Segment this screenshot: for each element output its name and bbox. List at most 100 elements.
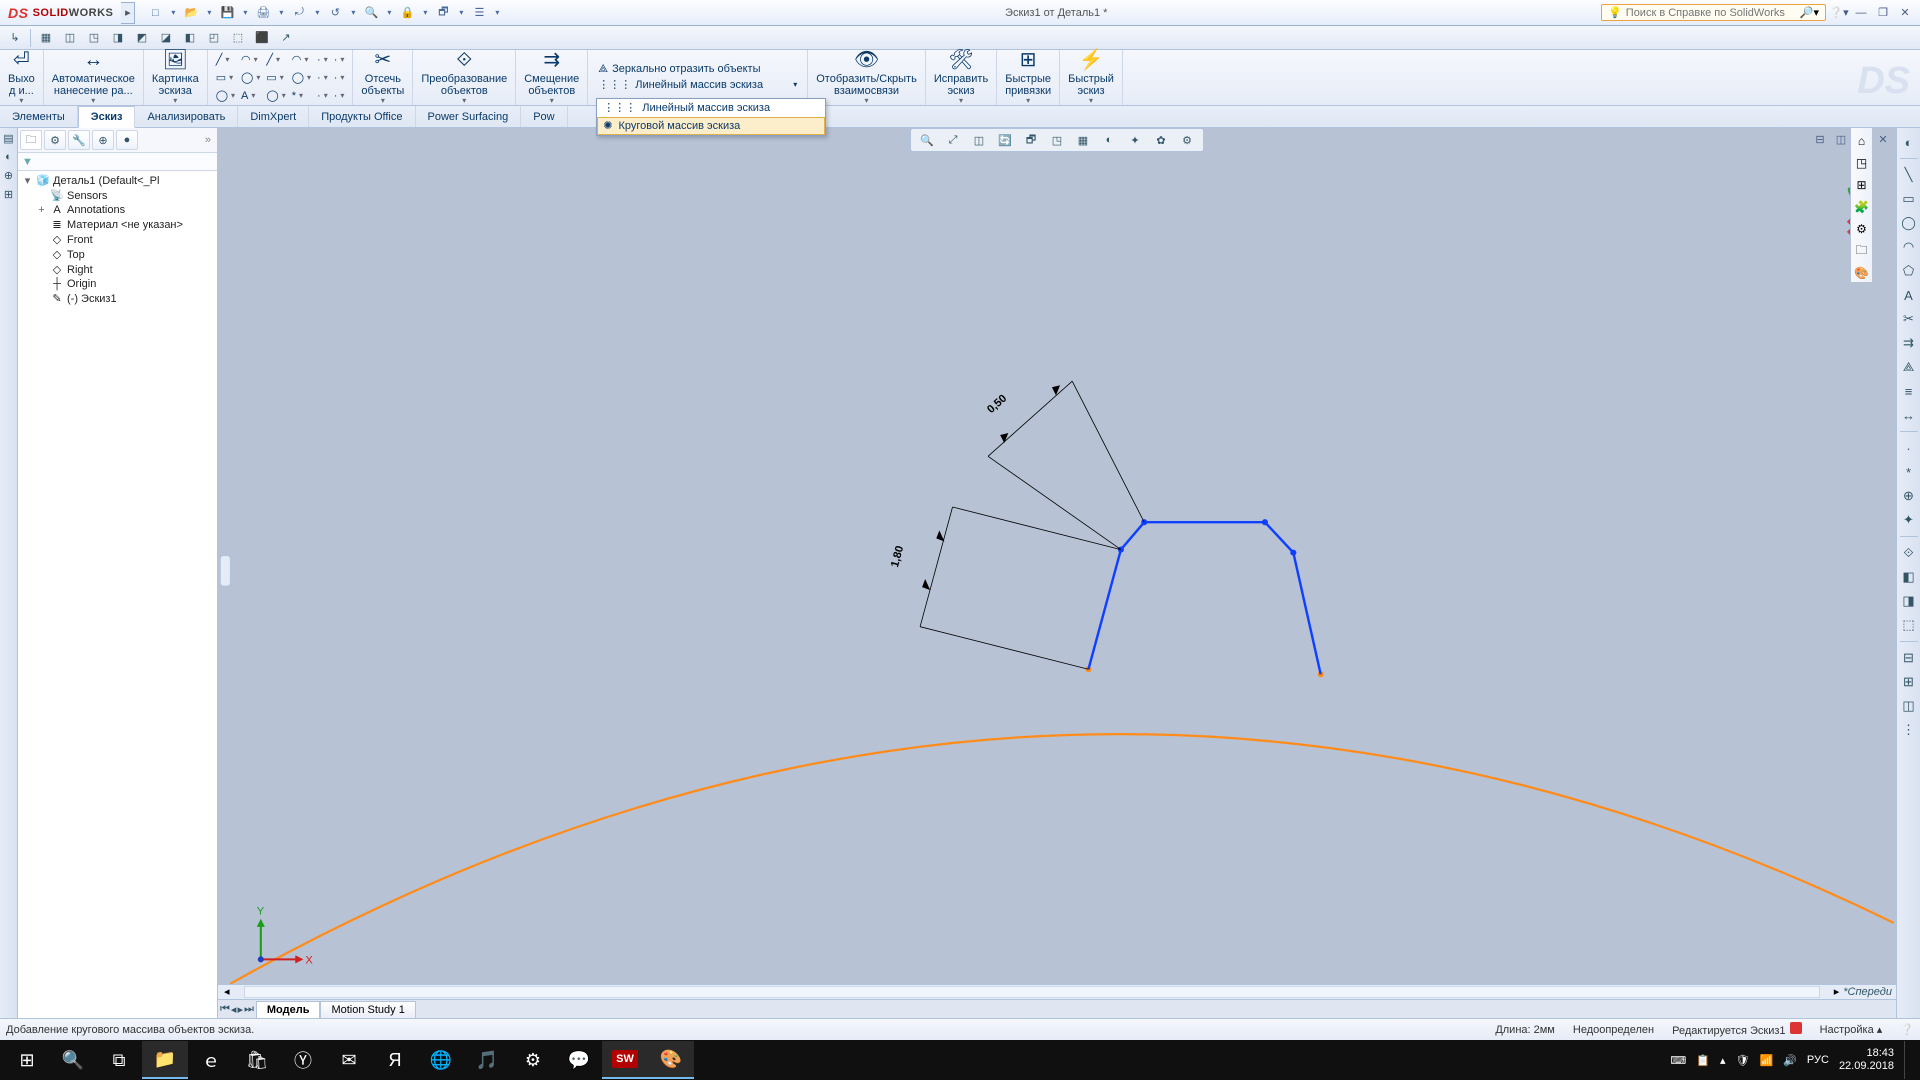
tree-item[interactable]: ┼Origin xyxy=(22,277,215,291)
qat-drop-icon[interactable]: ▾ xyxy=(241,3,249,23)
taskbar-app[interactable]: SW xyxy=(602,1041,648,1079)
ribbon-command[interactable]: ⚡Быстрый эскиз▾ xyxy=(1060,50,1123,105)
taskpane-tab[interactable]: 🎨 xyxy=(1853,264,1871,282)
sketch-toolbar-button[interactable]: ◠ xyxy=(1899,237,1919,257)
sketch-toolbar-button[interactable]: ⊞ xyxy=(1899,672,1919,692)
ribbon-command[interactable]: ↔Автоматическое нанесение ра...▾ xyxy=(44,50,144,105)
fm-filter-bar[interactable]: ▼ xyxy=(18,153,217,171)
tree-item[interactable]: ◇Front xyxy=(22,232,215,247)
tray-icon[interactable]: РУС xyxy=(1807,1054,1829,1066)
select-filter-button[interactable]: ⬛ xyxy=(251,28,273,48)
sketch-toolbar-button[interactable]: · xyxy=(1899,438,1919,458)
view-tool[interactable]: 🔍 xyxy=(917,131,937,149)
sketch-toolbar-button[interactable]: ⋮ xyxy=(1899,720,1919,740)
view-tool[interactable]: ◳ xyxy=(1047,131,1067,149)
select-filter-button[interactable]: ◨ xyxy=(107,28,129,48)
qat-drop-icon[interactable]: ▾ xyxy=(457,3,465,23)
sketch-tool[interactable]: ◯▾ xyxy=(292,70,311,86)
horizontal-scroll[interactable]: ◂▸ *Спереди xyxy=(218,984,1896,999)
qat-button[interactable]: 💾 xyxy=(217,3,237,23)
taskbar-app[interactable]: 🎵 xyxy=(464,1041,510,1079)
fm-tab[interactable]: ⚙ xyxy=(44,130,66,150)
help-search[interactable]: 💡 🔎▾ xyxy=(1601,4,1826,21)
tray-icon[interactable]: ⌨ xyxy=(1670,1054,1686,1067)
ribbon-tab[interactable]: Анализировать xyxy=(135,106,238,127)
select-filter-button[interactable]: ↗ xyxy=(275,28,297,48)
sketch-tool[interactable]: ◯▾ xyxy=(241,70,260,86)
arc-curve[interactable] xyxy=(230,734,1893,984)
taskbar-app[interactable]: ⚙ xyxy=(510,1041,556,1079)
select-filter-button[interactable]: ⬚ xyxy=(227,28,249,48)
taskbar-app[interactable]: Ⓨ xyxy=(280,1041,326,1079)
qat-button[interactable]: 🖨 xyxy=(253,3,273,23)
minimize-icon[interactable]: — xyxy=(1852,4,1870,22)
help-icon[interactable]: ❔▾ xyxy=(1830,4,1848,22)
tray-icon[interactable]: 📶 xyxy=(1760,1054,1774,1067)
fm-tab[interactable]: 🔧 xyxy=(68,130,90,150)
dimension-1[interactable]: 1,80 xyxy=(889,545,906,569)
tree-item[interactable]: 📡Sensors xyxy=(22,188,215,203)
ribbon-command[interactable]: 🛠Исправить эскиз▾ xyxy=(926,50,997,105)
taskbar-app[interactable]: ✉ xyxy=(326,1041,372,1079)
status-help-icon[interactable]: ❔ xyxy=(1900,1023,1914,1036)
tree-item[interactable]: ✎(-) Эскиз1 xyxy=(22,291,215,306)
tray-icon[interactable]: 🛡 xyxy=(1736,1054,1750,1067)
taskpane-tab[interactable]: 🗀 xyxy=(1853,242,1871,260)
taskpane-tab[interactable]: ⚙ xyxy=(1853,220,1871,238)
restore-icon[interactable]: ❐ xyxy=(1874,4,1892,22)
sketch-toolbar-button[interactable]: ↔ xyxy=(1899,405,1919,425)
ribbon-command[interactable]: ⇉Смещение объектов▾ xyxy=(516,50,588,105)
sketch-toolbar-button[interactable]: ▭ xyxy=(1899,189,1919,209)
taskbar-app[interactable]: 🌐 xyxy=(418,1041,464,1079)
fm-tab[interactable]: ⊕ xyxy=(92,130,114,150)
close-icon[interactable]: ✕ xyxy=(1896,4,1914,22)
tree-item[interactable]: +AAnnotations xyxy=(22,203,215,217)
doc-window-button[interactable]: ✕ xyxy=(1874,131,1892,147)
help-search-input[interactable] xyxy=(1626,7,1796,19)
sketch-tool[interactable]: ·▾ xyxy=(317,88,328,104)
sketch-tool[interactable]: ·▾ xyxy=(317,70,328,86)
qat-drop-icon[interactable]: ▾ xyxy=(277,3,285,23)
taskbar-app[interactable]: 📁 xyxy=(142,1041,188,1079)
tray-icon[interactable]: ▴ xyxy=(1720,1054,1726,1067)
sketch-toolbar-button[interactable]: ⟁ xyxy=(1899,357,1919,377)
sketch-tool[interactable]: ▭▾ xyxy=(216,70,235,86)
taskpane-tab[interactable]: 🧩 xyxy=(1853,198,1871,216)
select-filter-button[interactable]: ◧ xyxy=(179,28,201,48)
qat-drop-icon[interactable]: ▾ xyxy=(421,3,429,23)
select-filter-button[interactable]: ◩ xyxy=(131,28,153,48)
sketch-toolbar-button[interactable]: ≡ xyxy=(1899,381,1919,401)
strip-icon[interactable]: ◐ xyxy=(5,151,12,163)
ribbon-command[interactable]: ⟐Преобразование объектов▾ xyxy=(413,50,516,105)
qat-button[interactable]: 🔍 xyxy=(361,3,381,23)
sketch-toolbar-button[interactable]: ⇉ xyxy=(1899,333,1919,353)
taskpane-tab[interactable]: ⌂ xyxy=(1853,132,1871,150)
tray-icon[interactable]: 🔊 xyxy=(1783,1054,1797,1067)
sketch-tool[interactable]: A▾ xyxy=(241,88,260,104)
sketch-tool[interactable]: ╱▾ xyxy=(216,52,235,68)
strip-icon[interactable]: ▤ xyxy=(3,132,13,145)
sketch-tool[interactable]: ◯▾ xyxy=(216,88,235,104)
model-tab[interactable]: Motion Study 1 xyxy=(320,1001,415,1018)
taskpane-tab[interactable]: ⊞ xyxy=(1853,176,1871,194)
sketch-tool[interactable]: ╱▾ xyxy=(266,52,285,68)
ribbon-tab[interactable]: Элементы xyxy=(0,106,78,127)
qat-button[interactable]: ⤾ xyxy=(289,3,309,23)
strip-icon[interactable]: ⊞ xyxy=(4,188,13,201)
select-filter-button[interactable]: ▦ xyxy=(35,28,57,48)
qat-drop-icon[interactable]: ▾ xyxy=(385,3,393,23)
qat-drop-icon[interactable]: ▾ xyxy=(349,3,357,23)
sketch-toolbar-button[interactable]: ⊟ xyxy=(1899,648,1919,668)
taskbar-app[interactable]: ⧉ xyxy=(96,1041,142,1079)
sketch-tool[interactable]: ◠▾ xyxy=(292,52,311,68)
taskbar-app[interactable]: 💬 xyxy=(556,1041,602,1079)
select-filter-button[interactable]: ↳ xyxy=(4,28,26,48)
taskbar-app[interactable]: Я xyxy=(372,1041,418,1079)
taskbar-app[interactable]: 🛍 xyxy=(234,1041,280,1079)
sketch-toolbar-button[interactable]: ◐ xyxy=(1899,132,1919,152)
taskbar-app[interactable]: 🎨 xyxy=(648,1041,694,1079)
qat-button[interactable]: ☰ xyxy=(469,3,489,23)
sketch-tool[interactable]: ·▾ xyxy=(334,70,345,86)
select-filter-button[interactable]: ◪ xyxy=(155,28,177,48)
qat-drop-icon[interactable]: ▾ xyxy=(493,3,501,23)
